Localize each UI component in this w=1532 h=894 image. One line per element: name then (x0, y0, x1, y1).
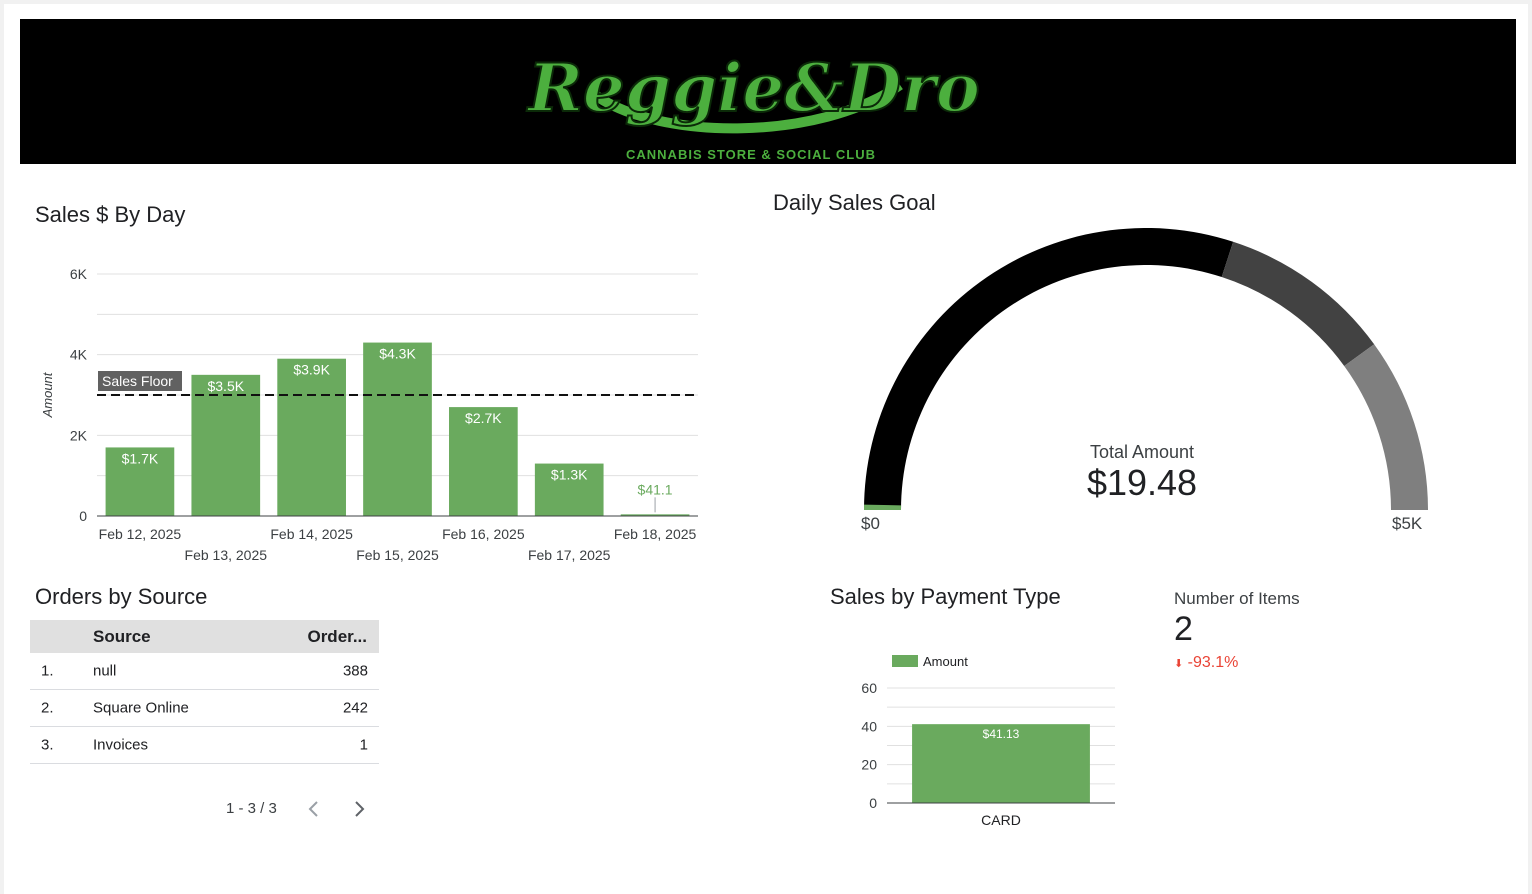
orders-by-source-title: Orders by Source (35, 584, 208, 609)
row-source: Invoices (93, 736, 149, 754)
data-label: $1.7K (122, 450, 159, 466)
gauge-max-label: $5K (1392, 514, 1423, 533)
legend-label: Amount (923, 654, 968, 669)
y-tick-label: 40 (861, 718, 877, 734)
row-orders: 388 (342, 662, 368, 680)
chevron-right-icon (355, 801, 365, 817)
row-index: 1. (41, 662, 54, 680)
sales-by-day-title: Sales $ By Day (35, 202, 186, 227)
y-tick-label: 4K (70, 347, 88, 363)
y-tick-label: 0 (79, 508, 87, 524)
sales-by-payment-type-chart[interactable]: 0 20 40 60 Amount $41.13 CARD (830, 644, 1130, 834)
y-tick-label: 6K (70, 266, 88, 282)
table-header: Source Order... (30, 620, 379, 653)
data-label: $41.13 (983, 727, 1020, 741)
row-index: 2. (41, 699, 54, 717)
logo-wordmark: Reggie&Dro (526, 49, 980, 127)
sales-by-payment-type-title: Sales by Payment Type (830, 584, 1061, 609)
number-of-items-value: 2 (1174, 610, 1193, 648)
header-banner: Reggie&Dro CANNABIS STORE & SOCIAL CLUB (20, 19, 1516, 164)
y-axis-label: Amount (40, 371, 55, 418)
data-label: $3.9K (293, 362, 330, 378)
data-label: $1.3K (551, 467, 588, 483)
x-tick-label: Feb 12, 2025 (99, 526, 182, 542)
x-tick-label: Feb 16, 2025 (442, 526, 525, 542)
x-tick-label: Feb 15, 2025 (356, 547, 439, 563)
y-tick-label: 0 (869, 795, 877, 811)
logo-tagline: CANNABIS STORE & SOCIAL CLUB (626, 147, 876, 162)
daily-sales-goal-title: Daily Sales Goal (773, 190, 936, 215)
arrow-down-icon: ⬇ (1174, 658, 1184, 670)
row-source: null (93, 662, 117, 680)
number-of-items-label: Number of Items (1174, 589, 1300, 608)
row-source: Square Online (93, 699, 189, 717)
y-tick-label: 2K (70, 427, 88, 443)
data-label: $2.7K (465, 410, 502, 426)
table-row[interactable]: 1. null 388 (30, 653, 379, 690)
brand-logo: Reggie&Dro CANNABIS STORE & SOCIAL CLUB (525, 48, 981, 162)
sales-by-day-chart[interactable]: 0 2K 4K 6K Amount $1.7K Feb 12, 2025 $3.5K Feb 1… (30, 249, 710, 569)
x-tick-label: CARD (981, 812, 1021, 828)
row-orders: 1 (359, 736, 368, 754)
pagination-label: 1 - 3 / 3 (226, 800, 277, 817)
bar (277, 358, 346, 516)
x-tick-label: Feb 18, 2025 (614, 526, 697, 542)
data-label: $3.5K (207, 378, 244, 394)
gauge-metric-value: $19.48 (1086, 462, 1198, 503)
data-label: $41.1 (638, 481, 673, 497)
bar (363, 342, 432, 516)
y-tick-label: 60 (861, 680, 877, 696)
column-header-orders[interactable]: Order... (307, 627, 367, 647)
sales-floor-label: Sales Floor (102, 373, 173, 389)
next-page-button[interactable] (348, 798, 370, 820)
gauge-min-label: $0 (861, 514, 880, 533)
data-label: $4.3K (379, 346, 416, 362)
gauge-value-arc (864, 504, 902, 510)
bar (191, 374, 261, 516)
y-tick-label: 20 (861, 757, 877, 773)
report-page: Reggie&Dro CANNABIS STORE & SOCIAL CLUB … (4, 4, 1528, 894)
previous-page-button[interactable] (303, 798, 325, 820)
delta-value: -93.1% (1187, 654, 1239, 671)
chevron-left-icon (308, 801, 318, 817)
number-of-items-delta: ⬇ -93.1% (1174, 654, 1238, 672)
row-index: 3. (41, 736, 54, 754)
x-tick-label: Feb 13, 2025 (185, 547, 268, 563)
gauge-band (1344, 344, 1428, 510)
x-tick-label: Feb 14, 2025 (270, 526, 353, 542)
table-row[interactable]: 3. Invoices 1 (30, 727, 379, 764)
table-row[interactable]: 2. Square Online 242 (30, 690, 379, 727)
column-header-source[interactable]: Source (93, 627, 151, 647)
x-tick-label: Feb 17, 2025 (528, 547, 611, 563)
legend-swatch (892, 655, 918, 667)
row-orders: 242 (342, 699, 368, 717)
gauge-metric-label: Total Amount (1089, 442, 1195, 462)
gauge-band (1221, 241, 1375, 366)
